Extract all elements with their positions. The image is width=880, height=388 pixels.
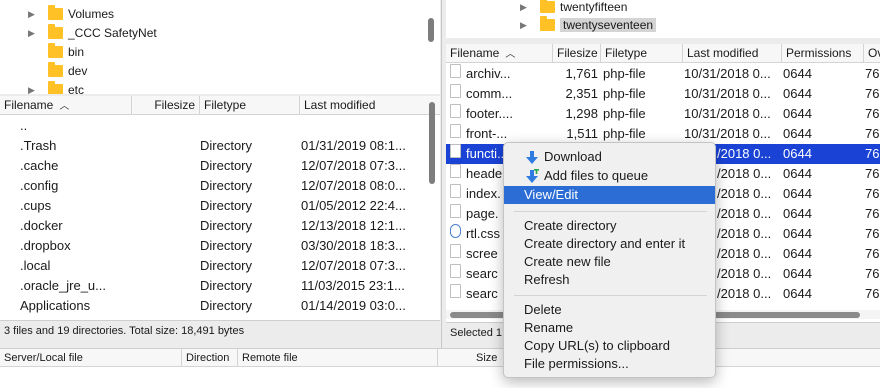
- tree-item-volumes[interactable]: ▶ Volumes: [28, 4, 114, 23]
- table-row[interactable]: footer.... 1,298 php-file 10/31/2018 0..…: [446, 104, 880, 124]
- css-file-icon: [450, 224, 461, 238]
- column-last-modified[interactable]: Last modified: [300, 96, 428, 115]
- expand-triangle-icon[interactable]: ▶: [28, 28, 38, 38]
- menu-item-rename[interactable]: Rename: [504, 319, 715, 337]
- folder-icon: [48, 4, 63, 20]
- menu-item-view-edit[interactable]: View/Edit: [504, 186, 715, 204]
- sort-ascending-icon: ︿: [505, 49, 516, 60]
- menu-item-create-directory-enter[interactable]: Create directory and enter it: [504, 235, 715, 253]
- expand-triangle-icon[interactable]: ▶: [520, 20, 530, 30]
- list-item[interactable]: .config Directory 12/07/2018 08:0...: [0, 176, 428, 196]
- php-file-icon: [450, 204, 461, 218]
- expand-triangle-icon[interactable]: ▶: [28, 9, 38, 19]
- list-item[interactable]: .docker Directory 12/13/2018 12:1...: [0, 216, 428, 236]
- column-filename[interactable]: Filename ︿: [446, 44, 553, 63]
- menu-item-refresh[interactable]: Refresh: [504, 271, 715, 289]
- php-file-icon: [450, 104, 461, 118]
- column-filesize[interactable]: Filesize: [553, 44, 601, 63]
- list-item[interactable]: .cups Directory 01/05/2012 22:4...: [0, 196, 428, 216]
- column-permissions[interactable]: Permissions: [782, 44, 864, 63]
- list-item[interactable]: Applications Directory 01/14/2019 03:0..…: [0, 296, 428, 316]
- php-file-icon: [450, 184, 461, 198]
- table-row[interactable]: archiv... 1,761 php-file 10/31/2018 0...…: [446, 64, 880, 84]
- menu-separator: [514, 211, 707, 212]
- local-list-scrollbar[interactable]: [429, 102, 435, 184]
- folder-icon: [48, 80, 63, 94]
- column-filetype[interactable]: Filetype: [200, 96, 300, 115]
- column-remote-file[interactable]: Remote file: [238, 349, 438, 368]
- tree-item-twentyseventeen[interactable]: ▶ twentyseventeen: [520, 15, 657, 34]
- list-item[interactable]: .cache Directory 12/07/2018 07:3...: [0, 156, 428, 176]
- expand-triangle-icon[interactable]: ▶: [28, 85, 38, 95]
- remote-directory-tree[interactable]: ▶ twentyfifteen ▶ twentyseventeen: [446, 0, 880, 38]
- tree-item-twentyfifteen[interactable]: ▶ twentyfifteen: [520, 0, 627, 16]
- menu-item-file-permissions[interactable]: File permissions...: [504, 355, 715, 373]
- list-item[interactable]: .local Directory 12/07/2018 07:3...: [0, 256, 428, 276]
- column-direction[interactable]: Direction: [182, 349, 238, 368]
- list-item[interactable]: .Trash Directory 01/31/2019 08:1...: [0, 136, 428, 156]
- folder-icon: [540, 0, 555, 13]
- expand-triangle-icon[interactable]: ▶: [520, 2, 530, 12]
- menu-item-add-to-queue[interactable]: Add files to queue: [504, 167, 715, 185]
- php-file-icon: [450, 64, 461, 78]
- folder-icon: [540, 15, 555, 31]
- table-row[interactable]: comm... 2,351 php-file 10/31/2018 0... 0…: [446, 84, 880, 104]
- folder-icon: [48, 61, 63, 77]
- local-file-list[interactable]: Filename ︿ Filesize Filetype Last modifie…: [0, 96, 440, 320]
- column-size[interactable]: Size: [472, 349, 502, 368]
- download-icon: [526, 151, 538, 164]
- local-directory-tree[interactable]: ▶ Volumes ▶ _CCC SafetyNet bin dev ▶ etc: [0, 0, 440, 94]
- local-list-header: Filename ︿ Filesize Filetype Last modifie…: [0, 96, 440, 115]
- pane-divider[interactable]: [441, 0, 442, 348]
- column-last-modified[interactable]: Last modified: [683, 44, 782, 63]
- column-server-local-file[interactable]: Server/Local file: [0, 349, 182, 368]
- php-file-icon: [450, 164, 461, 178]
- list-item[interactable]: .oracle_jre_u... Directory 11/03/2015 23…: [0, 276, 428, 296]
- php-file-icon: [450, 264, 461, 278]
- column-filetype[interactable]: Filetype: [601, 44, 683, 63]
- menu-item-copy-urls[interactable]: Copy URL(s) to clipboard: [504, 337, 715, 355]
- php-file-icon: [450, 124, 461, 138]
- sort-ascending-icon: ︿: [59, 101, 70, 112]
- transfer-queue-header: Server/Local file Direction Remote file …: [0, 348, 880, 368]
- tree-scrollbar[interactable]: [428, 18, 434, 42]
- folder-icon: [48, 42, 63, 58]
- menu-item-download[interactable]: Download: [504, 148, 715, 166]
- table-row[interactable]: front-... 1,511 php-file 10/31/2018 0...…: [446, 124, 880, 144]
- menu-separator: [514, 295, 707, 296]
- list-item[interactable]: .dropbox Directory 03/30/2018 18:3...: [0, 236, 428, 256]
- remote-list-header: Filename ︿ Filesize Filetype Last modifie…: [446, 44, 880, 63]
- php-file-icon: [450, 284, 461, 298]
- transfer-queue-list[interactable]: [0, 367, 880, 388]
- list-item[interactable]: ..: [0, 116, 428, 136]
- menu-item-create-new-file[interactable]: Create new file: [504, 253, 715, 271]
- tree-item-dev[interactable]: dev: [48, 61, 87, 80]
- context-menu: Download Add files to queue View/Edit Cr…: [503, 142, 716, 378]
- tree-item-bin[interactable]: bin: [48, 42, 84, 61]
- column-owner[interactable]: Ov: [864, 44, 880, 63]
- add-to-queue-icon: [526, 169, 539, 183]
- column-filesize[interactable]: Filesize: [132, 96, 200, 115]
- php-file-icon: [450, 144, 461, 158]
- menu-item-delete[interactable]: Delete: [504, 301, 715, 319]
- tree-item-ccc-safetynet[interactable]: ▶ _CCC SafetyNet: [28, 23, 157, 42]
- local-status-bar: 3 files and 19 directories. Total size: …: [0, 320, 440, 340]
- menu-item-create-directory[interactable]: Create directory: [504, 217, 715, 235]
- image-file-icon: [450, 244, 461, 258]
- tree-item-etc[interactable]: ▶ etc: [28, 80, 84, 94]
- php-file-icon: [450, 84, 461, 98]
- folder-icon: [48, 23, 63, 39]
- column-filename[interactable]: Filename ︿: [0, 96, 132, 115]
